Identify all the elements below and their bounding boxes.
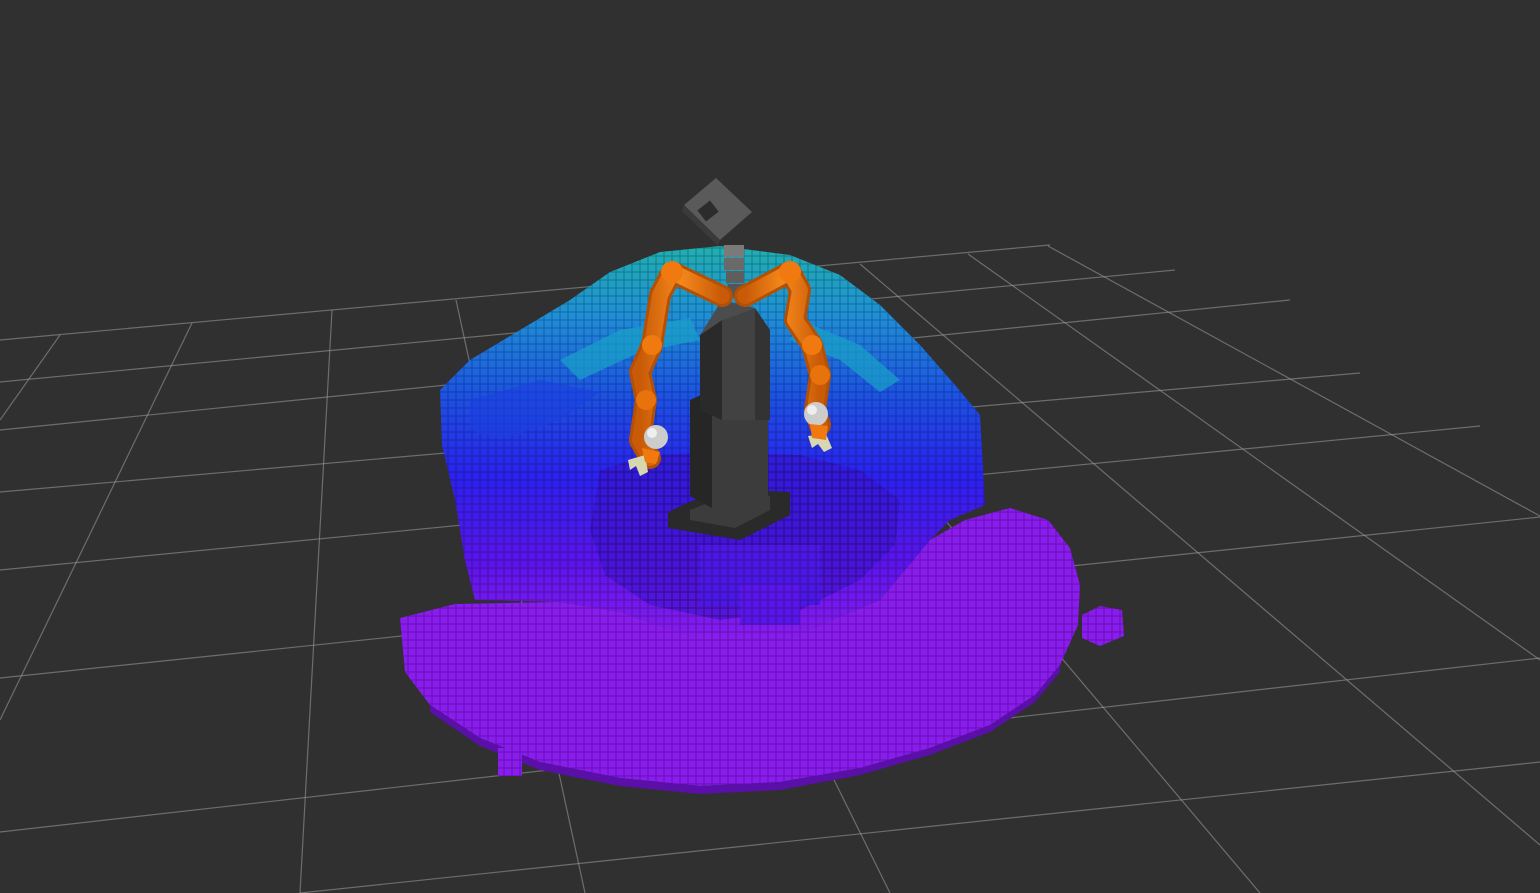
scene-canvas[interactable] — [0, 0, 1540, 893]
right-wrist-sphere — [804, 402, 828, 426]
rviz-3d-viewport[interactable] — [0, 0, 1540, 893]
left-wrist-sphere — [644, 425, 668, 449]
